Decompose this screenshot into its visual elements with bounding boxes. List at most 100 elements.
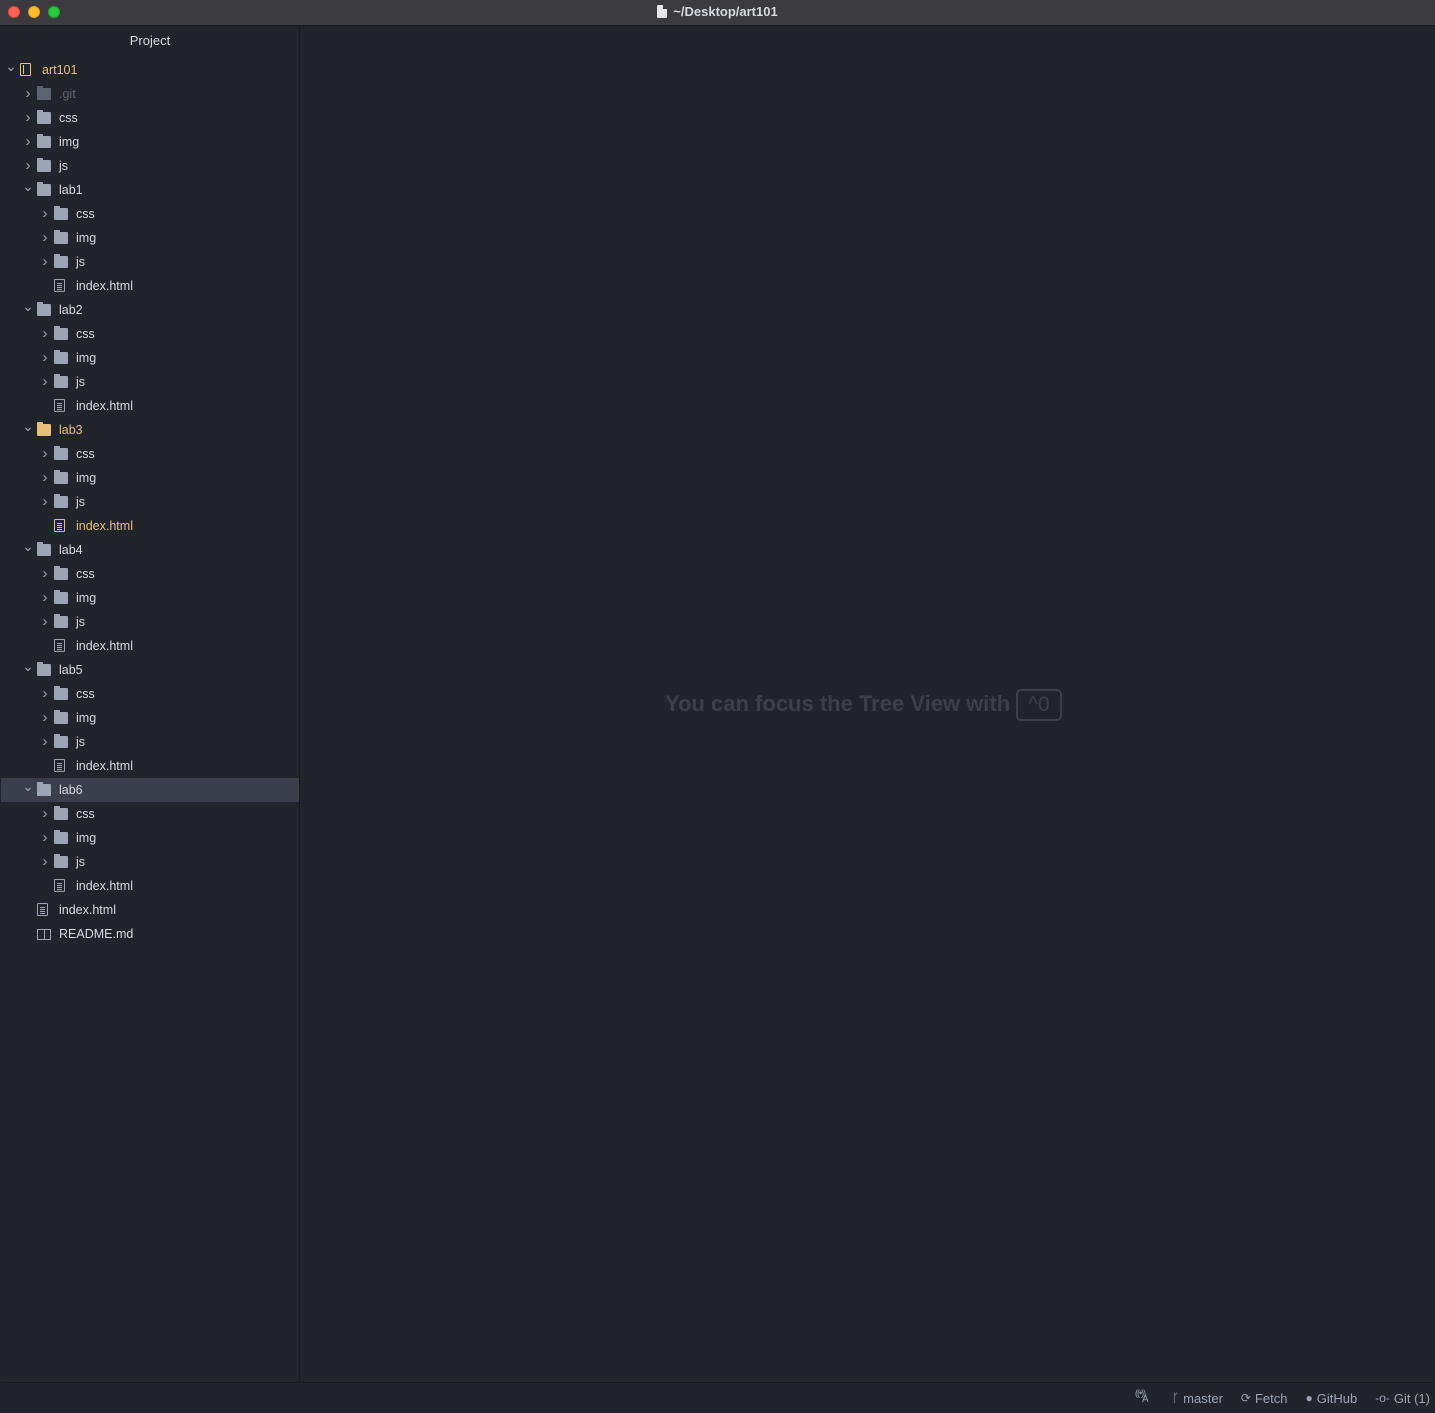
chevron-right-icon[interactable]: › [40,370,50,394]
tree-folder-row[interactable]: › js [1,610,299,634]
tree-folder-row[interactable]: ⌄ art101 [1,58,299,82]
tree-file-row[interactable]: index.html [1,274,299,298]
tree-folder-row[interactable]: › css [1,106,299,130]
tree-item-label: css [76,567,95,581]
window-title-container: ~/Desktop/art101 [0,4,1435,19]
git-branch-icon: ᚴ [1171,1391,1180,1405]
github-button[interactable]: ● GitHub [1305,1391,1357,1406]
folder-icon [54,590,68,604]
chevron-right-icon[interactable]: › [40,610,50,634]
chevron-right-icon[interactable]: › [40,586,50,610]
chevron-right-icon[interactable]: › [40,250,50,274]
folder-icon [37,158,51,172]
tree-folder-row[interactable]: ⌄ lab3 [1,418,299,442]
chevron-right-icon[interactable]: › [40,442,50,466]
tree-folder-row[interactable]: › css [1,202,299,226]
editor-pane[interactable]: You can focus the Tree View with ^0 [300,27,1435,1382]
chevron-down-icon[interactable]: ⌄ [22,414,34,438]
tree-file-row[interactable]: index.html [1,394,299,418]
tree-view[interactable]: Project ⌄ art101 › .git › css › img › js ⌄ lab1 › css… [1,27,300,1382]
tree-item-label: lab5 [59,663,83,677]
tree-folder-row[interactable]: › .git [1,82,299,106]
chevron-right-icon[interactable]: › [40,466,50,490]
tree-folder-row[interactable]: › js [1,154,299,178]
folder-icon [54,734,68,748]
tree-folder-row[interactable]: › css [1,562,299,586]
chevron-right-icon[interactable]: › [40,850,50,874]
tree-view-header[interactable]: Project [1,27,299,55]
tree-folder-row[interactable]: › js [1,490,299,514]
file-text-icon [54,639,65,652]
tree-item-label: js [76,615,86,629]
chevron-down-icon[interactable]: ⌄ [5,54,17,78]
tree-file-row[interactable]: index.html [1,874,299,898]
fetch-button[interactable]: ⟳ Fetch [1241,1391,1288,1406]
tree-item-label: js [76,375,86,389]
tree-folder-row[interactable]: ⌄ lab4 [1,538,299,562]
tree-item-label: index.html [76,639,133,653]
chevron-right-icon[interactable]: › [40,202,50,226]
tree-folder-row[interactable]: ⌄ lab5 [1,658,299,682]
chevron-right-icon[interactable]: › [40,730,50,754]
folder-icon [54,494,68,508]
tree-item-label: js [76,495,86,509]
chevron-down-icon[interactable]: ⌄ [22,654,34,678]
tree-folder-row[interactable]: › css [1,682,299,706]
sync-icon: ⟳ [1240,1391,1251,1405]
chevron-right-icon[interactable]: › [40,226,50,250]
folder-icon [37,782,51,796]
chevron-right-icon[interactable]: › [40,802,50,826]
empty-editor-hint: You can focus the Tree View with ^0 [665,689,1062,721]
tree-folder-row[interactable]: › img [1,346,299,370]
folder-icon [54,230,68,244]
chevron-right-icon[interactable]: › [40,682,50,706]
tree-folder-row[interactable]: ⌄ lab6 [1,778,299,802]
tree-folder-row[interactable]: ⌄ lab1 [1,178,299,202]
tree-folder-row[interactable]: › img [1,466,299,490]
tree-folder-row[interactable]: › js [1,850,299,874]
tree-folder-row[interactable]: › js [1,250,299,274]
chevron-right-icon[interactable]: › [23,106,33,130]
teletype-button[interactable] [1135,1388,1154,1405]
chevron-down-icon[interactable]: ⌄ [22,774,34,798]
chevron-right-icon[interactable]: › [23,130,33,154]
chevron-down-icon[interactable]: ⌄ [22,534,34,558]
tree-folder-row[interactable]: › img [1,130,299,154]
tree-file-row[interactable]: index.html [1,514,299,538]
tree-folder-row[interactable]: ⌄ lab2 [1,298,299,322]
chevron-right-icon[interactable]: › [40,346,50,370]
tree-folder-row[interactable]: › js [1,370,299,394]
chevron-right-icon[interactable]: › [40,322,50,346]
folder-icon [37,302,51,316]
tree-folder-row[interactable]: › img [1,586,299,610]
tree-folder-row[interactable]: › css [1,322,299,346]
chevron-down-icon[interactable]: ⌄ [22,174,34,198]
tree-file-row[interactable]: README.md [1,922,299,946]
tree-folder-row[interactable]: › css [1,442,299,466]
branch-button[interactable]: ᚴ master [1172,1391,1223,1406]
tree-item-label: css [59,111,78,125]
tree-folder-row[interactable]: › js [1,730,299,754]
chevron-down-icon[interactable]: ⌄ [22,294,34,318]
status-bar: ᚴ master ⟳ Fetch ● GitHub -o- Git (1) [1,1382,1435,1413]
git-commit-icon: -o- [1375,1391,1390,1405]
git-button[interactable]: -o- Git (1) [1375,1391,1430,1406]
file-text-icon [54,399,65,412]
tree-item-label: css [76,447,95,461]
branch-name: master [1183,1390,1223,1406]
chevron-right-icon[interactable]: › [40,490,50,514]
tree-item-label: js [76,255,86,269]
folder-icon [54,854,68,868]
tree-file-row[interactable]: index.html [1,898,299,922]
chevron-right-icon[interactable]: › [40,706,50,730]
tree-folder-row[interactable]: › css [1,802,299,826]
chevron-right-icon[interactable]: › [23,82,33,106]
tree-folder-row[interactable]: › img [1,826,299,850]
tree-file-row[interactable]: index.html [1,634,299,658]
chevron-right-icon[interactable]: › [40,826,50,850]
tree-folder-row[interactable]: › img [1,226,299,250]
chevron-right-icon[interactable]: › [40,562,50,586]
tree-folder-row[interactable]: › img [1,706,299,730]
tree-file-row[interactable]: index.html [1,754,299,778]
folder-icon [54,470,68,484]
